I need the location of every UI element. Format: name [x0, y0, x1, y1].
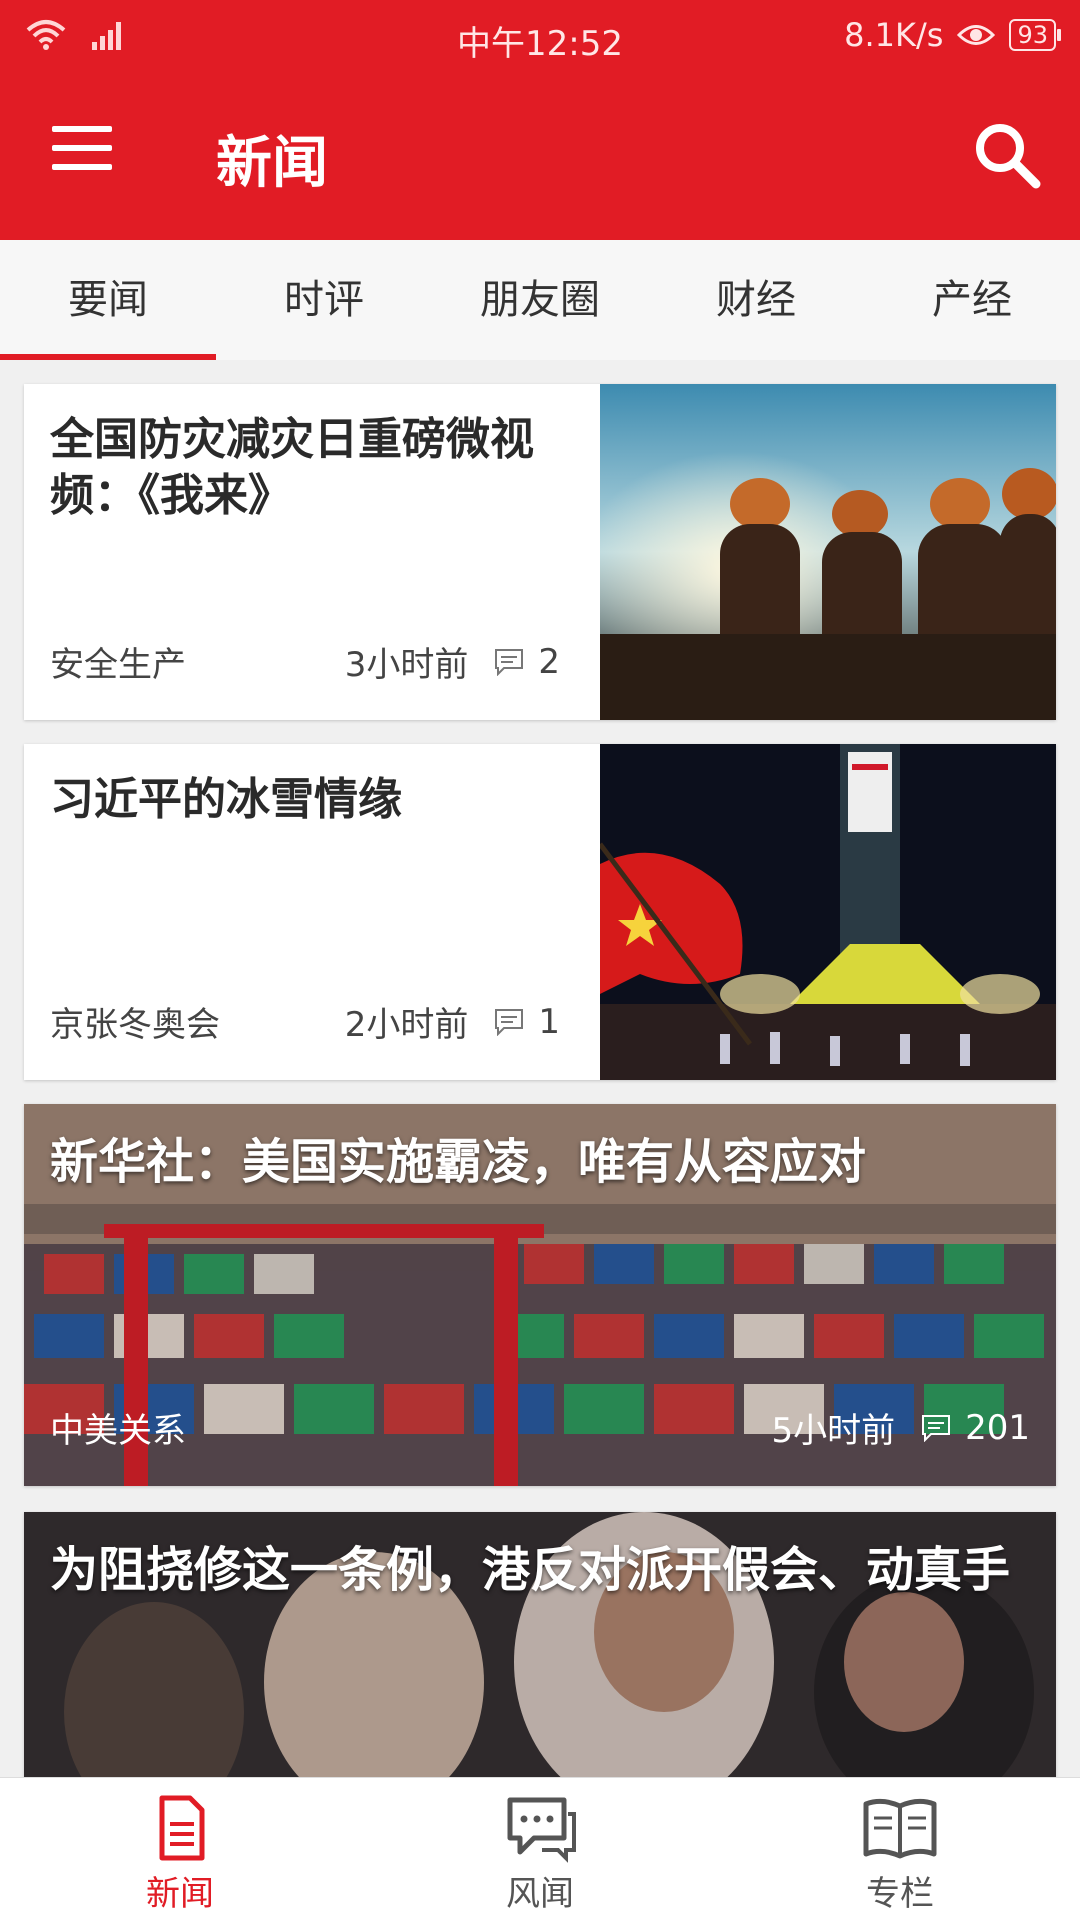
news-category: 中美关系 [50, 1411, 186, 1451]
news-meta: 中美关系 5小时前 201 [50, 1408, 1030, 1452]
tab-yaowen[interactable]: 要闻 [0, 240, 216, 360]
nav-news[interactable]: 新闻 [0, 1778, 360, 1920]
news-thumbnail [600, 744, 1056, 1080]
nav-column[interactable]: 专栏 [720, 1778, 1080, 1920]
page-title: 新闻 [216, 131, 328, 196]
book-icon [863, 1798, 937, 1859]
nav-column-label: 专栏 [866, 1874, 934, 1914]
nav-fengwen-label: 风闻 [506, 1874, 574, 1914]
comment-count: 2 [538, 641, 560, 682]
news-card[interactable]: 全国防灾减灾日重磅微视频：《我来》 安全生产 3小时前 2 [24, 384, 1056, 720]
eye-icon [957, 25, 996, 45]
tab-pengyouquan[interactable]: 朋友圈 [432, 240, 648, 360]
battery-indicator: 93 [1009, 19, 1061, 51]
news-category: 京张冬奥会 [50, 1005, 220, 1045]
nav-news-label: 新闻 [146, 1874, 214, 1914]
network-speed: 8.1K/s [844, 16, 944, 54]
document-icon [159, 1795, 205, 1861]
comment-icon [495, 648, 524, 676]
chat-icon [507, 1797, 576, 1863]
news-time: 5小时前 [771, 1411, 896, 1451]
app-bar: 新闻 [0, 74, 1080, 240]
news-category: 安全生产 [50, 645, 186, 685]
news-time: 2小时前 [344, 1005, 469, 1045]
category-tabs: 要闻 时评 朋友圈 财经 产经 [0, 240, 1080, 360]
news-card-large[interactable]: 新华社：美国实施霸凌，唯有从容应对 中美关系 5小时前 201 [24, 1104, 1056, 1486]
comment-count: 201 [965, 1407, 1030, 1448]
status-right: 8.1K/s 93 [844, 16, 1061, 54]
nav-fengwen[interactable]: 风闻 [360, 1778, 720, 1920]
news-time: 3小时前 [344, 645, 469, 685]
news-title: 习近平的冰雪情缘 [50, 774, 402, 825]
comment-icon [922, 1414, 951, 1442]
bottom-nav: 新闻 风闻 专栏 [0, 1777, 1080, 1920]
search-icon[interactable] [972, 120, 1042, 190]
news-thumbnail [600, 384, 1056, 720]
news-card-large[interactable]: 为阻挠修这一条例，港反对派开假会、动真手 [24, 1512, 1056, 1812]
menu-icon[interactable] [52, 126, 112, 170]
tab-chanjing[interactable]: 产经 [864, 240, 1080, 360]
status-bar: 中午12:52 8.1K/s 93 [0, 0, 1080, 74]
news-card[interactable]: 习近平的冰雪情缘 京张冬奥会 2小时前 1 [24, 744, 1056, 1080]
comment-icon [495, 1008, 524, 1036]
comment-count: 1 [538, 1001, 560, 1042]
tab-shiping[interactable]: 时评 [216, 240, 432, 360]
news-title: 全国防灾减灾日重磅微视频：《我来》 [50, 414, 534, 521]
tab-caijing[interactable]: 财经 [648, 240, 864, 360]
news-title: 为阻挠修这一条例，港反对派开假会、动真手 [50, 1542, 1011, 1598]
news-title: 新华社：美国实施霸凌，唯有从容应对 [50, 1134, 867, 1190]
